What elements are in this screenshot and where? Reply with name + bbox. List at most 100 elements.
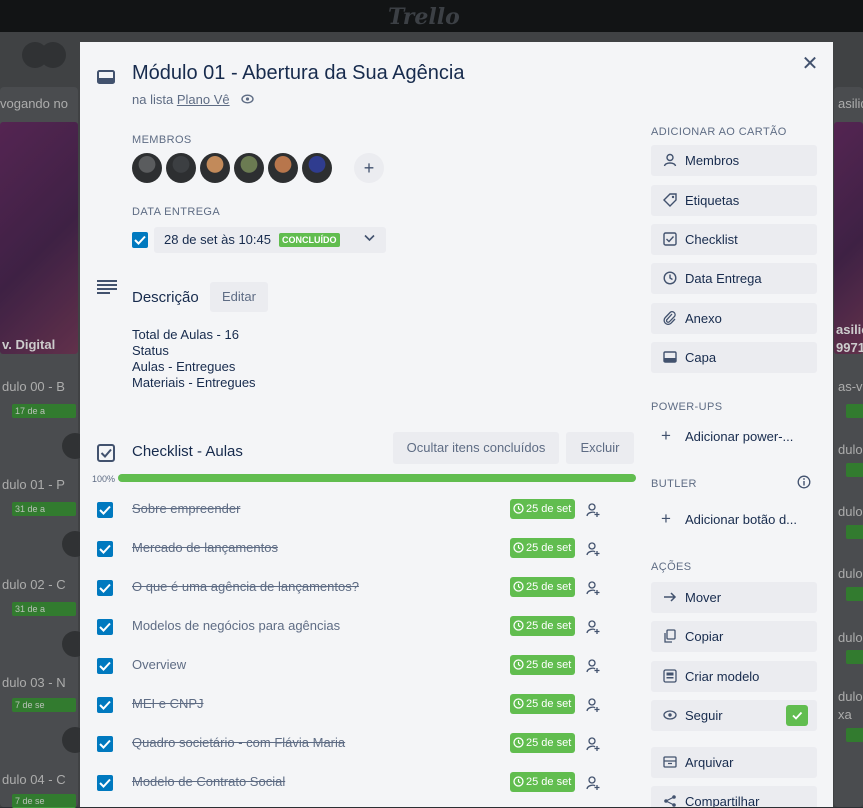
assign-member-icon[interactable] (585, 775, 601, 791)
plus-icon: + (661, 426, 671, 445)
description-edit-button[interactable]: Editar (210, 282, 268, 312)
due-status-badge: CONCLUÍDO (279, 233, 340, 247)
checklist-item-due[interactable]: 25 de set (510, 733, 576, 753)
member-avatar[interactable] (132, 153, 162, 183)
power-ups-label: POWER-UPS (651, 401, 723, 413)
clock-icon (513, 618, 524, 638)
member-avatar[interactable] (166, 153, 196, 183)
checklist-item-due[interactable]: 25 de set (510, 616, 576, 638)
checklist-item-text[interactable]: O que é uma agência de lançamentos? (132, 579, 359, 594)
checklist-item[interactable]: Modelos de negócios para agências 25 de s… (80, 612, 620, 642)
checklist-item-text[interactable]: Sobre empreender (132, 501, 240, 516)
checklist-item-due[interactable]: 25 de set (510, 655, 576, 677)
member-avatar[interactable] (200, 153, 230, 183)
checklist-title[interactable]: Checklist - Aulas (132, 443, 243, 460)
member-avatar[interactable] (268, 153, 298, 183)
checklist-item-due[interactable]: 25 de set (510, 772, 576, 794)
share-button-label: Compartilhar (685, 794, 760, 807)
checklist-item[interactable]: O que é uma agência de lançamentos? 25 de… (80, 573, 620, 603)
checklist-item[interactable]: Modelo de Contrato Social 25 de set (80, 768, 620, 798)
checklist-item-due-text: 25 de set (526, 542, 572, 554)
clock-icon (513, 774, 524, 794)
close-icon[interactable]: ✕ (798, 52, 822, 76)
add-butler-button[interactable]: + Adicionar botão d... (651, 504, 817, 535)
assign-member-icon[interactable] (585, 658, 601, 674)
checklist-item[interactable]: Mercado de lançamentos 25 de set (80, 534, 620, 564)
checklist-item[interactable]: Quadro societário - com Flávia Maria 25 d… (80, 729, 620, 759)
checklist-item-checkbox[interactable] (97, 658, 113, 674)
attachment-button[interactable]: Anexo (651, 303, 817, 334)
clock-icon (513, 540, 524, 560)
checklist-item-due[interactable]: 25 de set (510, 538, 576, 560)
card-detail-modal: ✕ Módulo 01 - Abertura da Sua Agência na… (80, 42, 833, 807)
checklist-item-checkbox[interactable] (97, 541, 113, 557)
labels-button[interactable]: Etiquetas (651, 185, 817, 216)
add-member-button[interactable]: + (354, 153, 384, 183)
list-prefix: na lista (132, 92, 174, 107)
checklist-item[interactable]: Overview 25 de set (80, 651, 620, 681)
checklist-item-due[interactable]: 25 de set (510, 694, 576, 716)
due-date-side-label: Data Entrega (685, 271, 762, 286)
archive-button[interactable]: Arquivar (651, 747, 817, 778)
members-button[interactable]: Membros (651, 145, 817, 176)
info-icon[interactable] (797, 475, 811, 489)
members-button-label: Membros (685, 153, 740, 168)
checklist-item-checkbox[interactable] (97, 775, 113, 791)
checklist-item-checkbox[interactable] (97, 736, 113, 752)
clock-icon (513, 657, 524, 677)
card-title[interactable]: Módulo 01 - Abertura da Sua Agência (132, 62, 464, 85)
checklist-item[interactable]: MEI e CNPJ 25 de set (80, 690, 620, 720)
checklist-item-checkbox[interactable] (97, 697, 113, 713)
checklist-item-due[interactable]: 25 de set (510, 499, 576, 521)
add-to-card-label: ADICIONAR AO CARTÃO (651, 126, 787, 138)
due-date-button[interactable]: 28 de set às 10:45 CONCLUÍDO (154, 227, 386, 253)
hide-checked-button[interactable]: Ocultar itens concluídos (393, 432, 559, 464)
clock-icon (513, 501, 524, 521)
eye-icon (241, 92, 254, 107)
plus-icon: + (661, 509, 671, 528)
checklist-item[interactable]: Sobre empreender 25 de set (80, 495, 620, 525)
clock-icon (513, 696, 524, 716)
delete-checklist-button[interactable]: Excluir (566, 432, 634, 464)
share-button[interactable]: Compartilhar (651, 786, 817, 807)
description-line: Materiais - Entregues (132, 375, 256, 390)
assign-member-icon[interactable] (585, 736, 601, 752)
members-label: MEMBROS (132, 134, 192, 146)
card-list-info: na lista Plano Vê (132, 92, 254, 107)
assign-member-icon[interactable] (585, 502, 601, 518)
due-date-side-button[interactable]: Data Entrega (651, 263, 817, 294)
checklist-item-text[interactable]: Mercado de lançamentos (132, 540, 278, 555)
add-power-up-button[interactable]: + Adicionar power-... (651, 421, 817, 452)
checklist-icon (97, 444, 115, 462)
make-template-button[interactable]: Criar modelo (651, 661, 817, 692)
eye-icon (663, 710, 677, 720)
checklist-item-text[interactable]: Overview (132, 657, 186, 672)
copy-button[interactable]: Copiar (651, 621, 817, 652)
paperclip-icon (663, 311, 676, 325)
checklist-item-text[interactable]: Modelo de Contrato Social (132, 774, 285, 789)
assign-member-icon[interactable] (585, 580, 601, 596)
assign-member-icon[interactable] (585, 619, 601, 635)
follow-button[interactable]: Seguir (651, 700, 817, 731)
due-complete-checkbox[interactable] (132, 232, 148, 248)
cover-button[interactable]: Capa (651, 342, 817, 373)
checklist-item-text[interactable]: MEI e CNPJ (132, 696, 204, 711)
checklist-item-checkbox[interactable] (97, 580, 113, 596)
member-avatar[interactable] (234, 153, 264, 183)
checklist-item-text[interactable]: Quadro societário - com Flávia Maria (132, 735, 345, 750)
checklist-item-checkbox[interactable] (97, 619, 113, 635)
move-button[interactable]: Mover (651, 582, 817, 613)
butler-label: BUTLER (651, 478, 697, 490)
checklist-item-due[interactable]: 25 de set (510, 577, 576, 597)
checklist-button[interactable]: Checklist (651, 224, 817, 255)
assign-member-icon[interactable] (585, 697, 601, 713)
archive-button-label: Arquivar (685, 755, 734, 770)
description-line: Status (132, 343, 169, 358)
checklist-item-text[interactable]: Modelos de negócios para agências (132, 618, 340, 633)
member-avatar[interactable] (302, 153, 332, 183)
checklist-item-checkbox[interactable] (97, 502, 113, 518)
checklist-item-due-text: 25 de set (526, 503, 572, 515)
list-link[interactable]: Plano Vê (177, 92, 230, 107)
assign-member-icon[interactable] (585, 541, 601, 557)
description-icon (97, 280, 117, 294)
